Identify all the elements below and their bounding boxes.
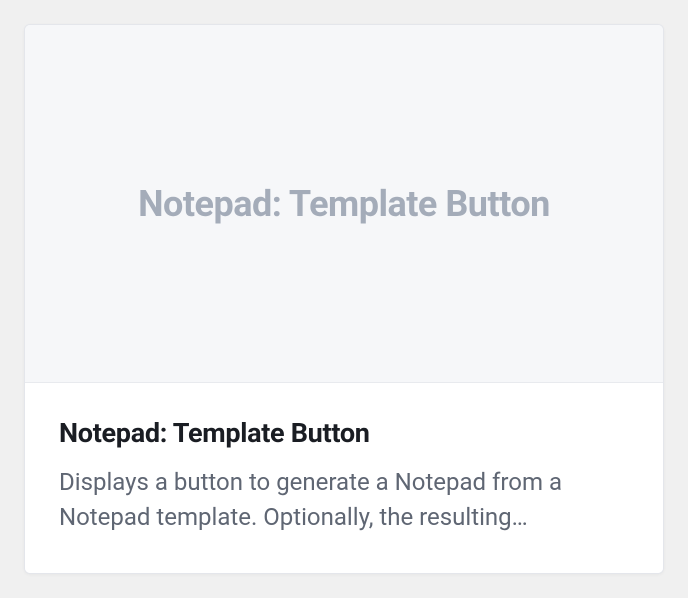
widget-card[interactable]: Notepad: Template Button Notepad: Templa… [24, 24, 664, 574]
card-info: Notepad: Template Button Displays a butt… [25, 383, 663, 573]
card-preview-area: Notepad: Template Button [25, 25, 663, 383]
preview-label: Notepad: Template Button [138, 183, 550, 225]
card-title: Notepad: Template Button [59, 417, 629, 449]
card-description: Displays a button to generate a Notepad … [59, 465, 629, 535]
